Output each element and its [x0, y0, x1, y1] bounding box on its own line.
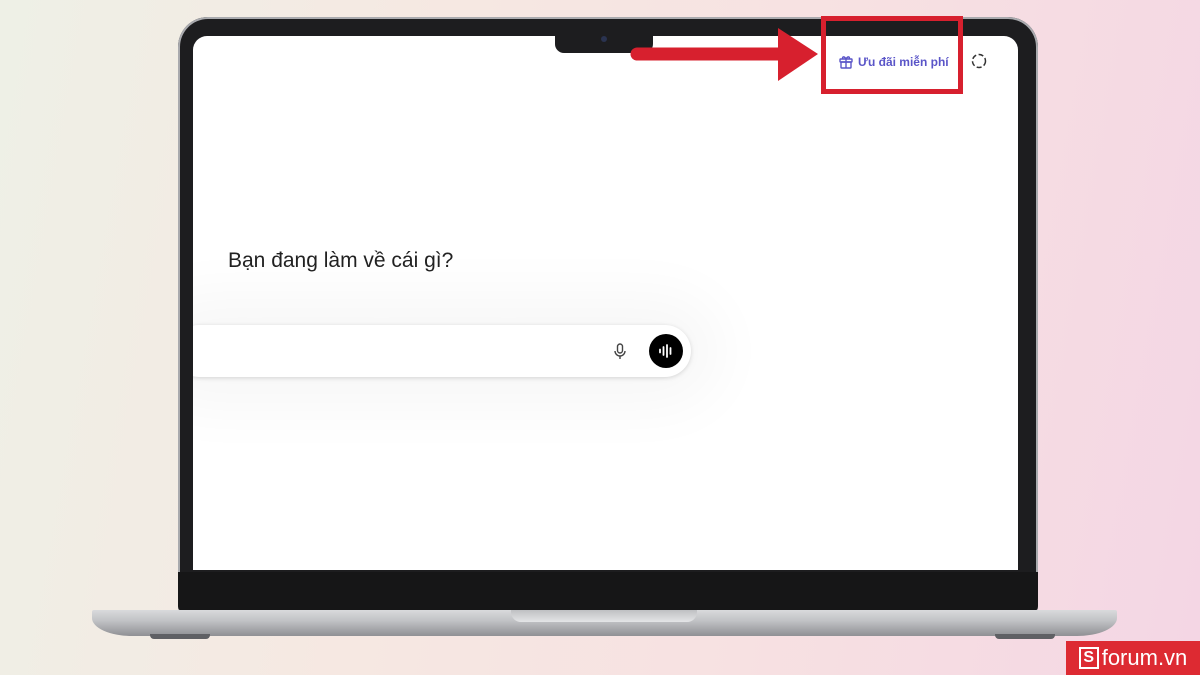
dashed-circle-icon[interactable] [969, 51, 989, 71]
watermark-logo-letter: S [1078, 647, 1099, 669]
voice-mode-button[interactable] [649, 334, 683, 368]
laptop-foot-left [150, 634, 210, 639]
forum-watermark-logo: S forum.vn [1066, 641, 1200, 675]
annotation-arrow-icon [630, 28, 818, 81]
mic-icon[interactable] [610, 341, 630, 361]
camera-dot [601, 36, 607, 42]
laptop-chin [178, 572, 1038, 612]
watermark-text: forum.vn [1101, 645, 1188, 670]
page-heading: Bạn đang làm về cái gì? [228, 249, 454, 272]
voice-mode-icon [659, 344, 672, 358]
highlight-box [821, 16, 963, 94]
app-screen: Ưu đãi miễn phí Bạn đang làm về cái gì? [193, 36, 1018, 570]
laptop-base-lip [511, 610, 697, 622]
prompt-composer [193, 325, 691, 377]
laptop-foot-right [995, 634, 1055, 639]
prompt-input[interactable] [203, 339, 587, 365]
